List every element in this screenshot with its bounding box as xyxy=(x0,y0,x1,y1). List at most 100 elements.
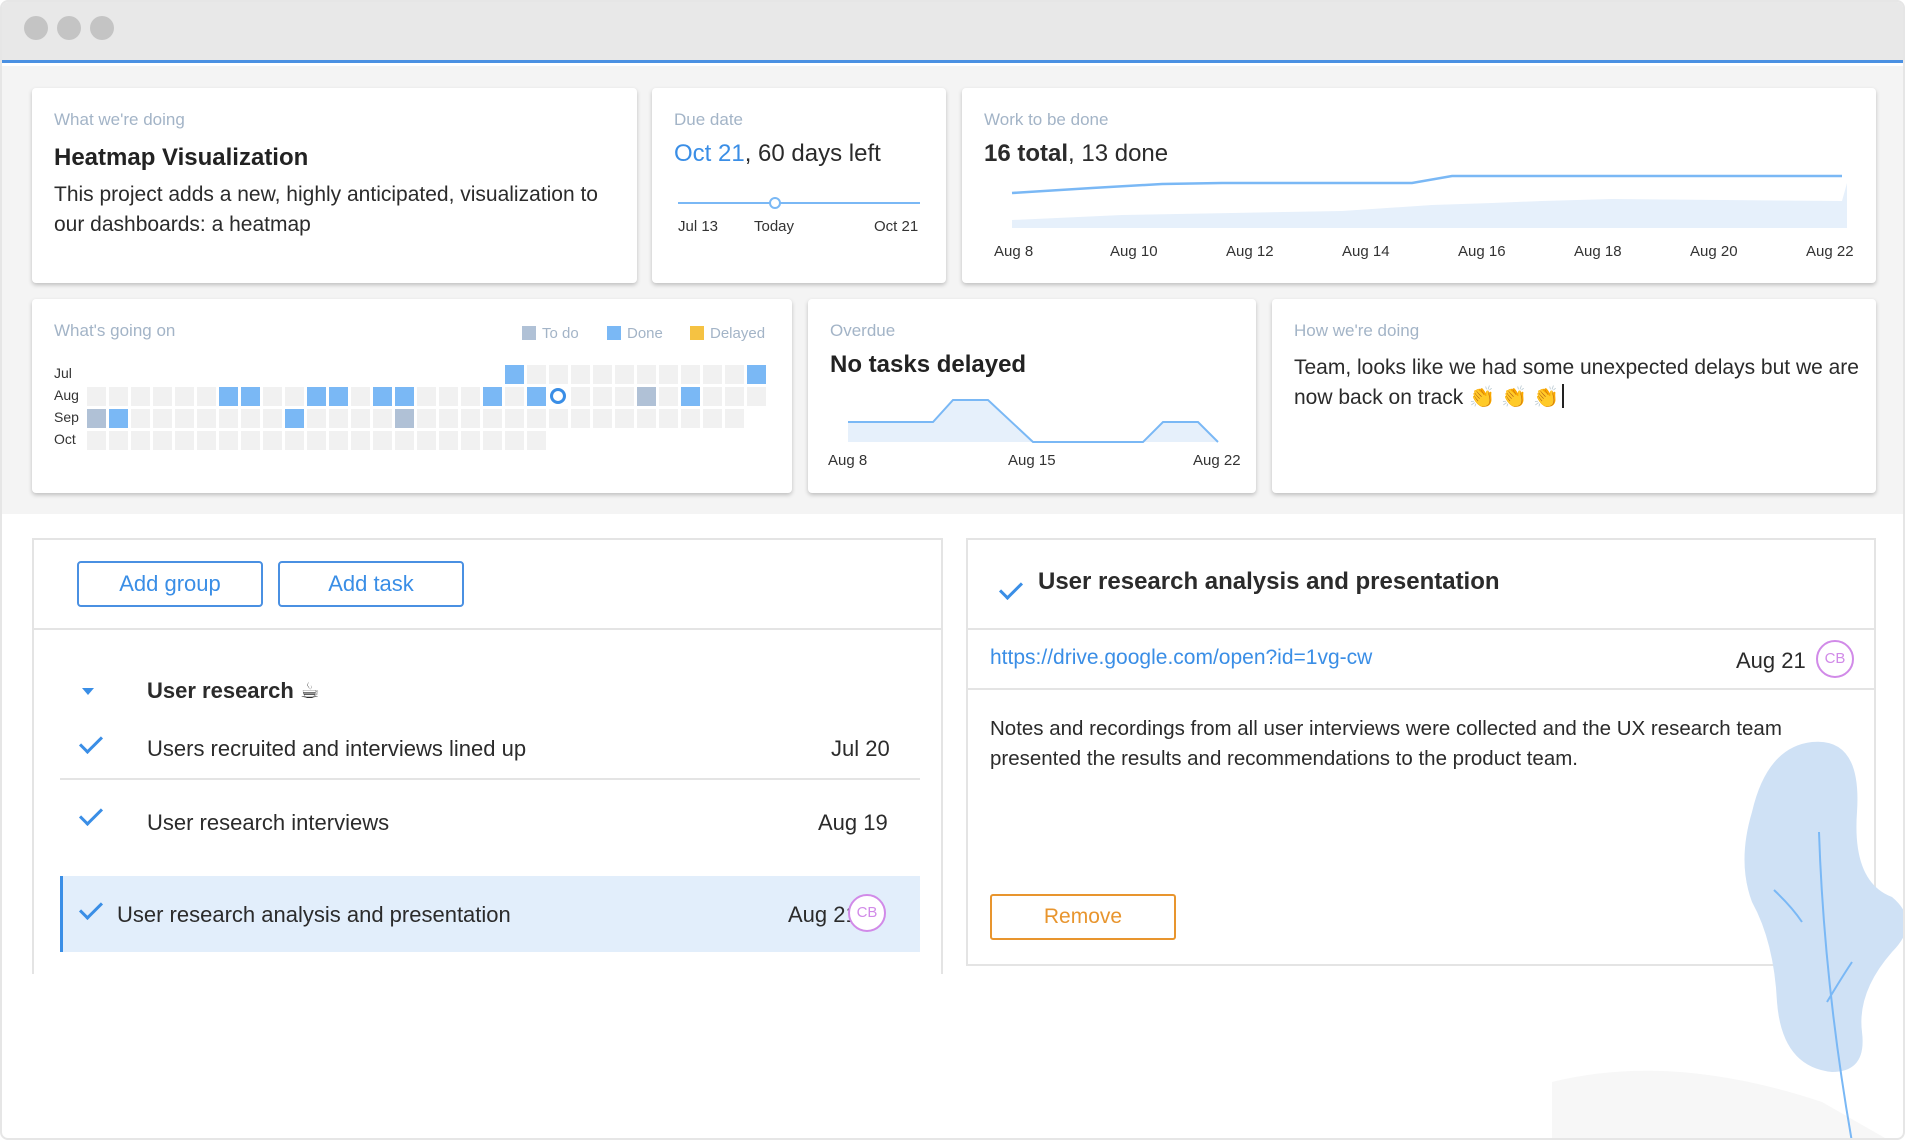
heatmap-cell[interactable] xyxy=(571,409,590,428)
check-icon[interactable] xyxy=(78,729,104,755)
heatmap-cell[interactable] xyxy=(461,431,480,450)
heatmap-cell[interactable] xyxy=(615,409,634,428)
heatmap-cell[interactable] xyxy=(285,387,304,406)
heatmap-cell[interactable] xyxy=(681,365,700,384)
heatmap-cell[interactable] xyxy=(703,409,722,428)
heatmap-cell[interactable] xyxy=(659,387,678,406)
heatmap-cell[interactable] xyxy=(241,431,260,450)
heatmap-cell[interactable] xyxy=(659,409,678,428)
heatmap-cell[interactable] xyxy=(703,365,722,384)
heatmap-cell[interactable] xyxy=(549,365,568,384)
heatmap-cell[interactable] xyxy=(175,409,194,428)
task-row-selected[interactable]: User research analysis and presentation … xyxy=(60,876,920,952)
heatmap-cell[interactable] xyxy=(197,431,216,450)
heatmap-cell[interactable] xyxy=(747,387,766,406)
check-icon[interactable] xyxy=(78,895,104,921)
heatmap-cell[interactable] xyxy=(725,409,744,428)
heatmap-cell[interactable] xyxy=(549,409,568,428)
close-window-button[interactable] xyxy=(24,16,48,40)
heatmap-cell[interactable] xyxy=(439,387,458,406)
heatmap-cell[interactable] xyxy=(615,365,634,384)
heatmap-cell[interactable] xyxy=(219,431,238,450)
heatmap-cell[interactable] xyxy=(615,387,634,406)
heatmap-cell[interactable] xyxy=(703,387,722,406)
heatmap-cell[interactable] xyxy=(109,431,128,450)
heatmap-cell[interactable] xyxy=(285,365,304,384)
heatmap-cell[interactable] xyxy=(395,431,414,450)
detail-title[interactable]: User research analysis and presentation xyxy=(1038,568,1500,596)
heatmap-cell[interactable] xyxy=(285,431,304,450)
heatmap-cell[interactable] xyxy=(659,365,678,384)
complete-check-icon[interactable] xyxy=(998,575,1024,601)
heatmap-cell[interactable] xyxy=(593,365,612,384)
heatmap-cell[interactable] xyxy=(505,431,524,450)
heatmap-cell[interactable] xyxy=(241,409,260,428)
heatmap-cell[interactable] xyxy=(351,365,370,384)
attachment-link[interactable]: https://drive.google.com/open?id=1vg-cw xyxy=(990,646,1372,670)
heatmap-cell[interactable] xyxy=(527,387,546,406)
heatmap-cell[interactable] xyxy=(637,365,656,384)
heatmap-cell[interactable] xyxy=(483,431,502,450)
heatmap-cell[interactable] xyxy=(637,409,656,428)
heatmap-cell[interactable] xyxy=(439,365,458,384)
heatmap-cell[interactable] xyxy=(263,387,282,406)
heatmap-cell[interactable] xyxy=(395,365,414,384)
heatmap-cell[interactable] xyxy=(175,365,194,384)
heatmap-cell[interactable] xyxy=(439,409,458,428)
task-row[interactable]: User research interviews Aug 19 xyxy=(60,782,920,858)
heatmap-cell[interactable] xyxy=(461,409,480,428)
heatmap-cell[interactable] xyxy=(87,365,106,384)
heatmap-cell[interactable] xyxy=(87,387,106,406)
heatmap-cell[interactable] xyxy=(527,409,546,428)
heatmap-cell[interactable] xyxy=(725,387,744,406)
heatmap-cell[interactable] xyxy=(461,365,480,384)
today-cell-marker[interactable] xyxy=(550,388,566,404)
heatmap-cell[interactable] xyxy=(87,409,106,428)
heatmap-cell[interactable] xyxy=(637,387,656,406)
heatmap-cell[interactable] xyxy=(373,431,392,450)
heatmap-cell[interactable] xyxy=(307,431,326,450)
heatmap-cell[interactable] xyxy=(131,387,150,406)
heatmap-cell[interactable] xyxy=(571,387,590,406)
heatmap-cell[interactable] xyxy=(351,387,370,406)
heatmap-cell[interactable] xyxy=(109,409,128,428)
heatmap-cell[interactable] xyxy=(417,387,436,406)
heatmap-cell[interactable] xyxy=(153,409,172,428)
heatmap-cell[interactable] xyxy=(527,365,546,384)
heatmap-cell[interactable] xyxy=(263,409,282,428)
heatmap-cell[interactable] xyxy=(461,387,480,406)
heatmap-cell[interactable] xyxy=(307,409,326,428)
heatmap-cell[interactable] xyxy=(307,365,326,384)
heatmap-cell[interactable] xyxy=(241,365,260,384)
minimize-window-button[interactable] xyxy=(57,16,81,40)
heatmap-cell[interactable] xyxy=(131,365,150,384)
heatmap-cell[interactable] xyxy=(307,387,326,406)
heatmap-cell[interactable] xyxy=(505,365,524,384)
heatmap-cell[interactable] xyxy=(219,409,238,428)
heatmap-cell[interactable] xyxy=(329,387,348,406)
detail-assignee-avatar[interactable]: CB xyxy=(1816,640,1854,678)
heatmap-cell[interactable] xyxy=(373,387,392,406)
maximize-window-button[interactable] xyxy=(90,16,114,40)
remove-button[interactable]: Remove xyxy=(990,894,1176,940)
group-name[interactable]: User research ☕ xyxy=(147,678,320,704)
heatmap-cell[interactable] xyxy=(417,365,436,384)
heatmap-cell[interactable] xyxy=(241,387,260,406)
collapse-caret-icon[interactable] xyxy=(82,688,94,695)
heatmap-cell[interactable] xyxy=(505,409,524,428)
heatmap-cell[interactable] xyxy=(725,365,744,384)
heatmap-cell[interactable] xyxy=(483,409,502,428)
heatmap-cell[interactable] xyxy=(219,365,238,384)
heatmap-cell[interactable] xyxy=(263,431,282,450)
heatmap-cell[interactable] xyxy=(197,387,216,406)
heatmap-cell[interactable] xyxy=(593,387,612,406)
heatmap-cell[interactable] xyxy=(681,387,700,406)
heatmap-cell[interactable] xyxy=(505,387,524,406)
detail-date[interactable]: Aug 21 xyxy=(1736,648,1806,674)
heatmap-cell[interactable] xyxy=(681,409,700,428)
heatmap-cell[interactable] xyxy=(351,431,370,450)
heatmap-cell[interactable] xyxy=(527,431,546,450)
heatmap-cell[interactable] xyxy=(329,431,348,450)
heatmap-cell[interactable] xyxy=(593,409,612,428)
heatmap-cell[interactable] xyxy=(483,387,502,406)
